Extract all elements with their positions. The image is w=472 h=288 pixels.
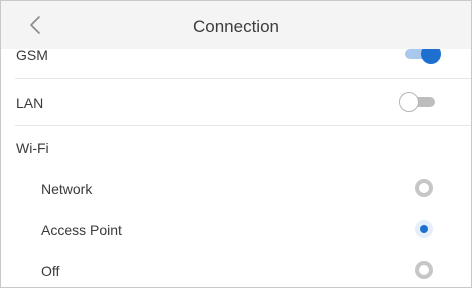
wifi-row: Wi-Fi (1, 126, 471, 166)
wifi-option-off[interactable]: Off (1, 249, 471, 287)
wifi-option-label: Off (41, 263, 60, 279)
chevron-left-icon (30, 16, 40, 34)
wifi-label: Wi-Fi (16, 140, 49, 156)
header-bar: Connection (1, 1, 471, 49)
lan-row[interactable]: LAN (1, 79, 471, 125)
wifi-option-access-point[interactable]: Access Point (1, 208, 471, 249)
network-radio[interactable] (415, 179, 433, 197)
gsm-label: GSM (16, 47, 48, 63)
connection-screen: Connection GSM LAN Wi-Fi Network Access … (0, 0, 472, 288)
lan-toggle[interactable] (399, 92, 437, 112)
back-button[interactable] (25, 13, 47, 37)
wifi-option-label: Network (41, 181, 93, 197)
lan-toggle-knob (399, 92, 419, 112)
off-radio[interactable] (415, 261, 433, 279)
page-title: Connection (192, 17, 279, 36)
access-point-radio[interactable] (415, 220, 433, 238)
lan-label: LAN (16, 95, 44, 111)
wifi-option-label: Access Point (41, 222, 122, 238)
wifi-option-network[interactable]: Network (1, 167, 471, 208)
